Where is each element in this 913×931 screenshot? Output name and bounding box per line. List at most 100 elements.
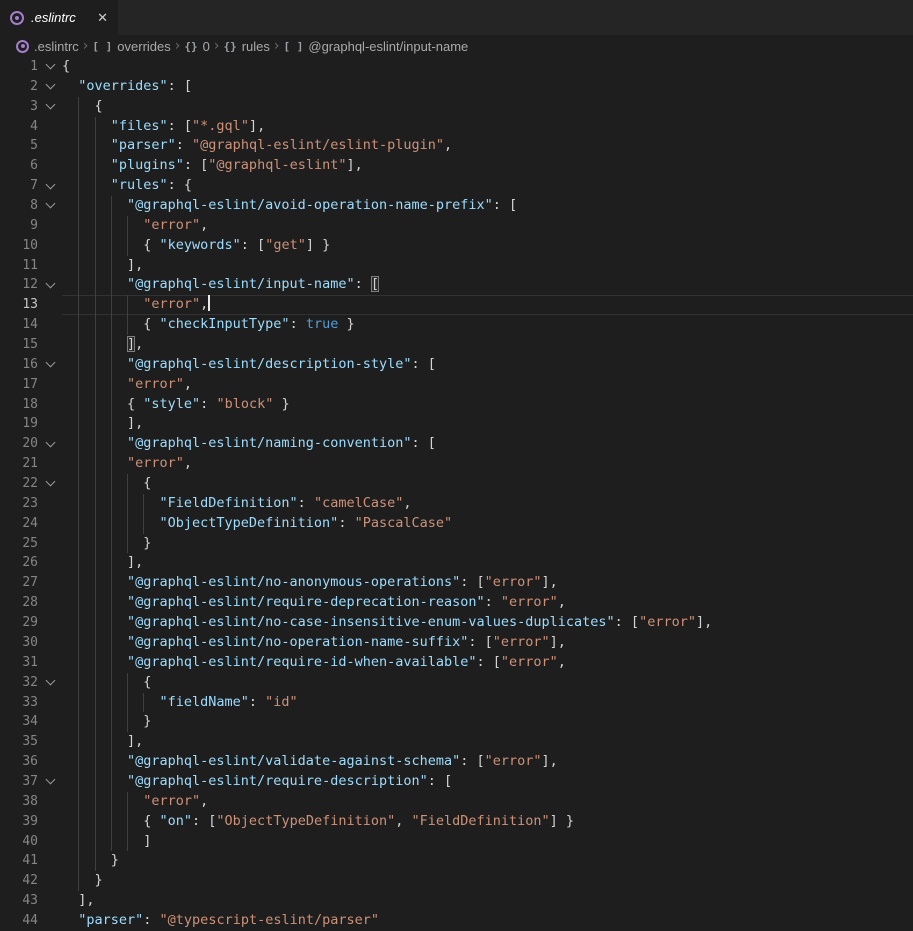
fold-chevron-icon[interactable]	[45, 179, 55, 189]
indent-space	[62, 136, 78, 156]
indent-guide	[78, 335, 94, 355]
line-number: 42	[0, 871, 38, 891]
code-line: 16 "@graphql-eslint/description-style": …	[0, 355, 913, 375]
fold-chevron-icon[interactable]	[45, 775, 55, 785]
fold-chevron-icon[interactable]	[45, 477, 55, 487]
indent-space	[62, 553, 78, 573]
code-token: }	[273, 396, 289, 412]
line-number: 21	[0, 454, 38, 474]
indent-guide	[78, 434, 94, 454]
eslint-icon	[16, 40, 29, 53]
breadcrumb-item[interactable]: {}rules	[223, 39, 269, 54]
indent-guide	[111, 494, 127, 514]
code-token: "@graphql-eslint/no-operation-name-suffi…	[127, 634, 468, 650]
indent-guide	[127, 216, 143, 236]
code-token: ],	[127, 257, 143, 273]
gutter: 3	[0, 97, 62, 117]
indent-guide	[143, 494, 159, 514]
code-content: "error",	[62, 216, 913, 236]
code-token: "on"	[160, 813, 193, 829]
fold-column	[38, 553, 62, 573]
indent-guide	[78, 156, 94, 176]
code-content: "rules": {	[62, 176, 913, 196]
code-token: {	[143, 316, 159, 332]
code-content: "@graphql-eslint/require-deprecation-rea…	[62, 593, 913, 613]
fold-chevron-icon[interactable]	[45, 358, 55, 368]
code-token: "@graphql-eslint/avoid-operation-name-pr…	[127, 197, 493, 213]
code-token: : [	[615, 614, 639, 630]
gutter: 27	[0, 573, 62, 593]
indent-guide	[111, 414, 127, 434]
indent-guide	[78, 414, 94, 434]
indent-guide	[95, 812, 111, 832]
indent-guide	[95, 414, 111, 434]
breadcrumb-item[interactable]: [ ]@graphql-eslint/input-name	[284, 39, 469, 54]
indent-guide	[95, 315, 111, 335]
indent-guide	[95, 613, 111, 633]
fold-chevron-icon[interactable]	[45, 278, 55, 288]
breadcrumb-item[interactable]: [ ]overrides	[92, 39, 170, 54]
fold-chevron-icon[interactable]	[45, 80, 55, 90]
indent-space	[62, 176, 78, 196]
code-line: 41 }	[0, 851, 913, 871]
eslint-icon	[10, 11, 24, 25]
code-token: {	[143, 475, 151, 491]
code-token: }	[143, 535, 151, 551]
fold-column	[38, 136, 62, 156]
code-editor[interactable]: 1 { 2 "overrides": [ 3 { 4 "files": ["*.…	[0, 57, 913, 931]
code-line: 31 "@graphql-eslint/require-id-when-avai…	[0, 653, 913, 673]
fold-column	[38, 593, 62, 613]
indent-space	[62, 712, 78, 732]
fold-chevron-icon[interactable]	[45, 437, 55, 447]
indent-guide	[78, 395, 94, 415]
gutter: 18	[0, 395, 62, 415]
indent-guide	[95, 494, 111, 514]
indent-guide	[78, 355, 94, 375]
code-token: "files"	[111, 118, 168, 134]
code-token: "PascalCase"	[355, 515, 453, 531]
code-token: "camelCase"	[314, 495, 403, 511]
code-content: }	[62, 712, 913, 732]
indent-guide	[95, 593, 111, 613]
fold-column	[38, 256, 62, 276]
code-token: ],	[346, 157, 362, 173]
code-token: }	[95, 872, 103, 888]
indent-guide	[78, 752, 94, 772]
fold-chevron-icon[interactable]	[45, 676, 55, 686]
indent-guide	[111, 216, 127, 236]
code-line: 26 ],	[0, 553, 913, 573]
line-number: 9	[0, 216, 38, 236]
fold-chevron-icon[interactable]	[45, 100, 55, 110]
indent-guide	[78, 653, 94, 673]
gutter: 10	[0, 236, 62, 256]
indent-guide	[78, 474, 94, 494]
indent-guide	[95, 434, 111, 454]
breadcrumb-item[interactable]: {}0	[184, 39, 209, 54]
code-token: "error"	[485, 753, 542, 769]
tab-eslintrc[interactable]: .eslintrc ✕	[0, 0, 118, 35]
code-line: 28 "@graphql-eslint/require-deprecation-…	[0, 593, 913, 613]
code-line: 40 ]	[0, 832, 913, 852]
close-icon[interactable]: ✕	[97, 11, 108, 24]
code-token: : [	[411, 435, 435, 451]
fold-column	[38, 117, 62, 137]
code-line: 7 "rules": {	[0, 176, 913, 196]
fold-chevron-icon[interactable]	[45, 60, 55, 70]
code-token: : [	[493, 197, 517, 213]
fold-column	[38, 752, 62, 772]
breadcrumb-item[interactable]: .eslintrc	[16, 39, 79, 54]
code-content: ]	[62, 832, 913, 852]
code-token: true	[306, 316, 339, 332]
indent-guide	[111, 275, 127, 295]
indent-guide	[95, 355, 111, 375]
gutter: 33	[0, 693, 62, 713]
indent-guide	[78, 792, 94, 812]
code-line: 37 "@graphql-eslint/require-description"…	[0, 772, 913, 792]
code-token: }	[143, 713, 151, 729]
line-number: 2	[0, 77, 38, 97]
fold-chevron-icon[interactable]	[45, 199, 55, 209]
line-number: 1	[0, 57, 38, 77]
code-line: 17 "error",	[0, 375, 913, 395]
indent-space	[62, 891, 78, 911]
code-token: {	[127, 396, 143, 412]
